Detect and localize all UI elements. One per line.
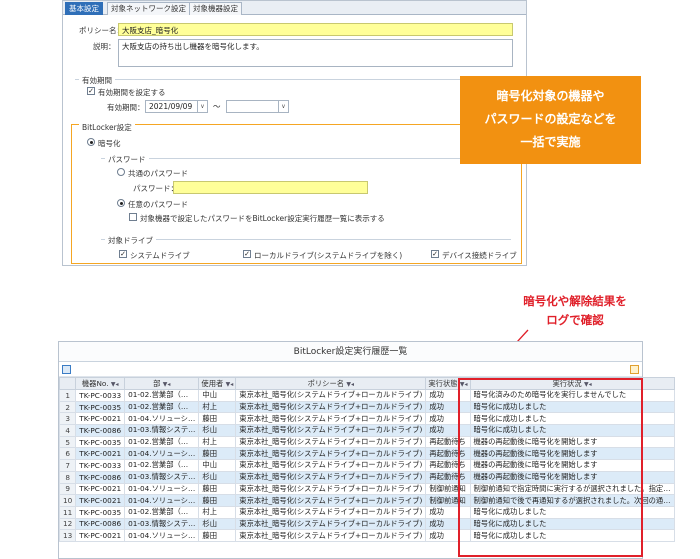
cell-department: 01-04.ソリューシ… [124,494,200,507]
cell-user: 藤田 [198,482,237,496]
cell-device-no: TK-PC-0035 [75,435,126,449]
cell-department: 01-03.情報システ… [124,424,200,437]
column-header-user[interactable]: 使用者 ▼◂ [198,377,237,390]
cell-user: 杉山 [198,424,237,437]
cell-user: 藤田 [198,494,237,507]
column-header-policy[interactable]: ポリシー名 ▼◂ [235,377,427,390]
cell-user: 中山 [198,459,237,472]
cell-policy-name: 東京本社_暗号化(システムドライブ+ローカルドライブ) [235,447,427,461]
cell-row-number: 13 [58,529,77,542]
cell-row-number: 8 [58,470,77,484]
cell-user: 村上 [198,435,237,449]
cell-policy-name: 東京本社_暗号化(システムドライブ+ローカルドライブ) [235,412,427,426]
cell-row-number: 4 [58,424,77,437]
cell-row-number: 1 [58,389,77,402]
cell-department: 01-04.ソリューシ… [124,447,200,461]
cell-department: 01-02.営業部（… [124,400,200,414]
cell-policy-name: 東京本社_暗号化(システムドライブ+ローカルドライブ) [235,459,427,472]
cell-row-number: 7 [58,459,77,472]
column-label: ポリシー名 [307,378,345,388]
cell-device-no: TK-PC-0033 [75,389,126,402]
cell-user: 中山 [198,389,237,402]
filter-icon[interactable]: ▼◂ [163,381,171,388]
column-label: 機器No. [81,378,109,388]
column-label: 実行状態 [428,378,458,388]
cell-policy-name: 東京本社_暗号化(システムドライブ+ローカルドライブ) [235,494,427,507]
cell-user: 杉山 [198,517,237,531]
cell-device-no: TK-PC-0086 [75,470,126,484]
filter-icon[interactable]: ▼◂ [226,381,234,388]
column-label: 部 [153,378,161,388]
filter-icon[interactable]: ▼◂ [346,381,354,388]
cell-user: 藤田 [198,529,237,542]
cell-row-number: 5 [58,435,77,449]
column-header-device[interactable]: 機器No. ▼◂ [75,377,126,390]
cell-user: 藤田 [198,412,237,426]
cell-policy-name: 東京本社_暗号化(システムドライブ+ローカルドライブ) [235,517,427,531]
cell-device-no: TK-PC-0035 [75,505,126,519]
cell-row-number: 11 [58,505,77,519]
cell-device-no: TK-PC-0021 [75,447,126,461]
cell-department: 01-04.ソリューシ… [124,482,200,496]
cell-row-number: 9 [58,482,77,496]
cell-policy-name: 東京本社_暗号化(システムドライブ+ローカルドライブ) [235,505,427,519]
column-label: 使用者 [201,378,224,388]
cell-device-no: TK-PC-0033 [75,459,126,472]
cell-department: 01-04.ソリューシ… [124,529,200,542]
cell-device-no: TK-PC-0021 [75,482,126,496]
column-header-department[interactable]: 部 ▼◂ [124,377,200,390]
filter-icon[interactable]: ▼◂ [111,381,119,388]
cell-policy-name: 東京本社_暗号化(システムドライブ+ローカルドライブ) [235,529,427,542]
cell-department: 01-04.ソリューシ… [124,412,200,426]
cell-device-no: TK-PC-0086 [75,517,126,531]
cell-department: 01-03.情報システ… [124,517,200,531]
cell-department: 01-02.営業部（… [124,505,200,519]
cell-policy-name: 東京本社_暗号化(システムドライブ+ローカルドライブ) [235,424,427,437]
cell-department: 01-02.営業部（… [124,435,200,449]
cell-row-number: 10 [58,494,77,507]
cell-device-no: TK-PC-0035 [75,400,126,414]
cell-row-number: 3 [58,412,77,426]
cell-policy-name: 東京本社_暗号化(システムドライブ+ローカルドライブ) [235,482,427,496]
cell-row-number: 12 [58,517,77,531]
cell-user: 村上 [198,505,237,519]
cell-device-no: TK-PC-0086 [75,424,126,437]
row-number-header [58,377,77,390]
export-icon[interactable] [630,365,639,374]
cell-policy-name: 東京本社_暗号化(システムドライブ+ローカルドライブ) [235,435,427,449]
cell-row-number: 2 [58,400,77,414]
history-toolbar [59,362,642,377]
cell-department: 01-02.営業部（… [124,459,200,472]
cell-user: 藤田 [198,447,237,461]
cell-user: 村上 [198,400,237,414]
cell-policy-name: 東京本社_暗号化(システムドライブ+ローカルドライブ) [235,389,427,402]
cell-device-no: TK-PC-0021 [75,529,126,542]
status-column-highlight [458,378,643,557]
toolbar-grid-icon[interactable] [62,365,71,374]
cell-policy-name: 東京本社_暗号化(システムドライブ+ローカルドライブ) [235,400,427,414]
cell-policy-name: 東京本社_暗号化(システムドライブ+ローカルドライブ) [235,470,427,484]
cell-row-number: 6 [58,447,77,461]
cell-user: 杉山 [198,470,237,484]
cell-device-no: TK-PC-0021 [75,494,126,507]
history-window-title: BitLocker設定実行履歴一覧 [59,342,642,362]
cell-department: 01-02.営業部（… [124,389,200,402]
cell-department: 01-03.情報システ… [124,470,200,484]
cell-device-no: TK-PC-0021 [75,412,126,426]
